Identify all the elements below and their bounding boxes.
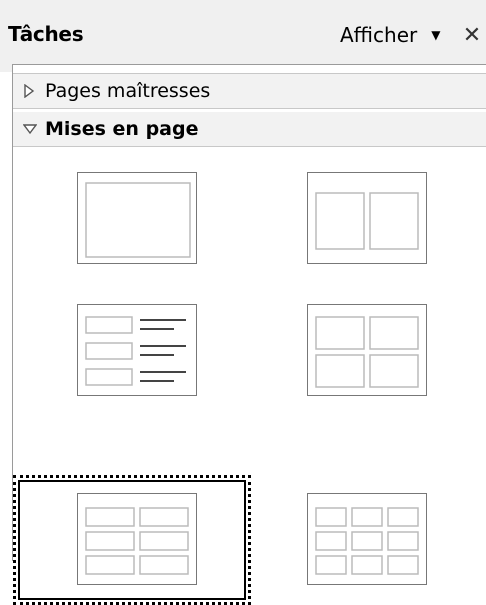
panel-titlebar: Tâches Afficher ▼ ✕ xyxy=(0,0,486,72)
layout-title-content-icon xyxy=(85,182,191,258)
layout-title-list[interactable] xyxy=(77,304,197,396)
close-button[interactable]: ✕ xyxy=(458,20,486,50)
collapse-triangle-icon xyxy=(23,123,39,135)
layout-title-content[interactable] xyxy=(77,172,197,264)
layout-two-columns[interactable] xyxy=(307,172,427,264)
layouts-grid xyxy=(13,150,486,605)
panel-content: Pages maîtresses Mises en page xyxy=(12,64,486,605)
section-master-pages-label: Pages maîtresses xyxy=(45,80,211,102)
tasks-panel: Tâches Afficher ▼ ✕ Pages maîtresses Mis… xyxy=(0,0,486,605)
layout-six-boxes[interactable] xyxy=(77,493,197,585)
section-master-pages[interactable]: Pages maîtresses xyxy=(13,73,486,109)
layout-title-list-icon xyxy=(85,316,186,386)
layout-four-boxes[interactable] xyxy=(307,304,427,396)
expand-triangle-icon xyxy=(23,84,39,98)
layout-two-columns-icon xyxy=(315,192,419,250)
caret-down-icon: ▼ xyxy=(431,28,441,42)
view-menu-button[interactable]: Afficher ▼ xyxy=(340,20,440,50)
section-layouts[interactable]: Mises en page xyxy=(13,112,486,147)
panel-title: Tâches xyxy=(8,22,84,46)
layout-six-boxes-icon xyxy=(85,507,189,575)
layout-four-boxes-icon xyxy=(315,316,419,388)
layout-nine-boxes[interactable] xyxy=(307,493,427,585)
view-menu-label: Afficher xyxy=(340,23,418,47)
close-icon: ✕ xyxy=(462,22,482,48)
layout-nine-boxes-icon xyxy=(315,507,419,575)
section-layouts-label: Mises en page xyxy=(45,118,199,140)
